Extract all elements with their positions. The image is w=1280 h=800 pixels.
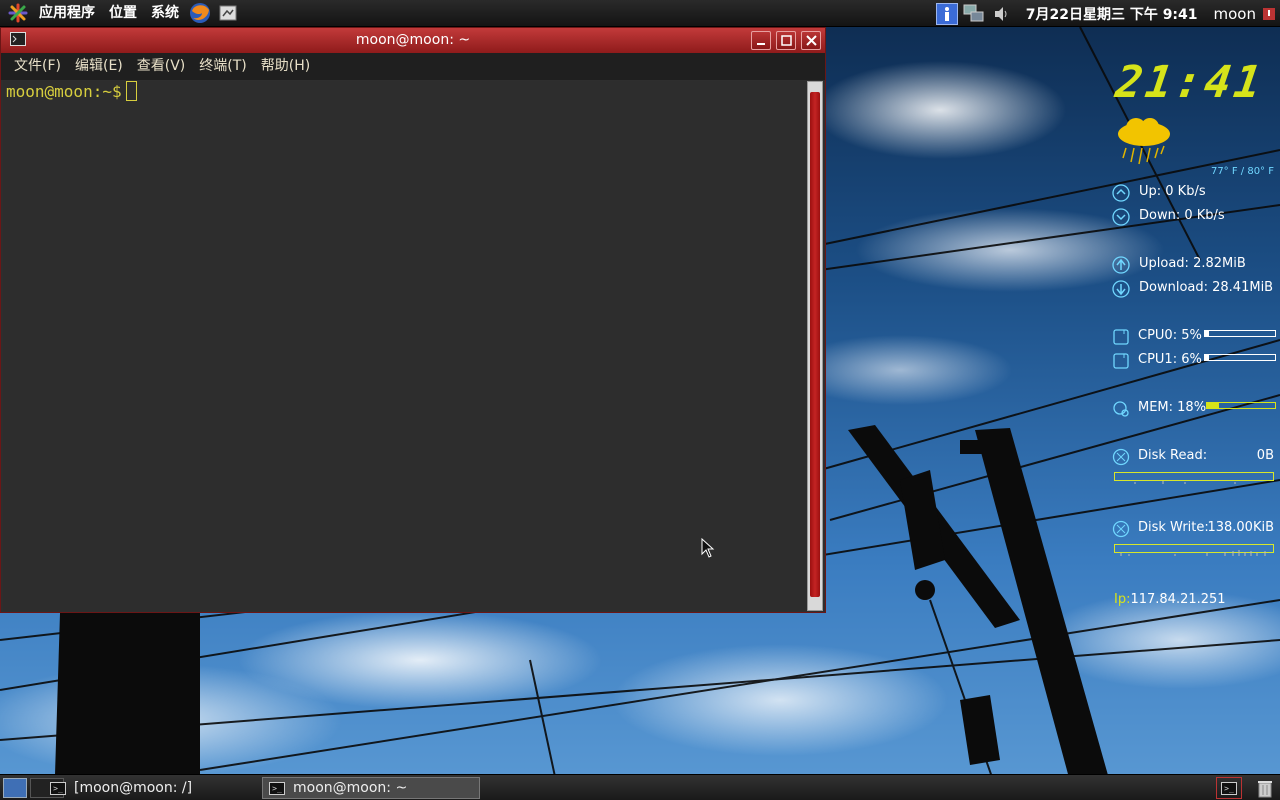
cpu-chip-icon: [1112, 352, 1130, 370]
info-icon[interactable]: [935, 2, 958, 25]
mem-bar-fill: [1207, 403, 1220, 408]
disk-icon: [1112, 448, 1130, 466]
top-panel: 应用程序 位置 系统 7月22日星期三 下午 9:41 moon: [0, 0, 1280, 27]
maximize-button[interactable]: [776, 31, 796, 50]
trash-icon[interactable]: [1256, 778, 1276, 798]
disk-read-graph: [1114, 472, 1274, 484]
text-cursor: [125, 81, 137, 101]
terminal-output[interactable]: moon@moon:~$: [3, 81, 807, 611]
rain-cloud-icon: [1114, 118, 1174, 178]
cpu0-label: CPU0: 5%: [1138, 328, 1202, 343]
screenshot-icon[interactable]: [216, 1, 240, 25]
upload-icon: [1112, 256, 1130, 274]
terminal-menubar: 文件(F) 编辑(E) 查看(V) 终端(T) 帮助(H): [1, 53, 825, 80]
mem-bar: [1206, 402, 1276, 409]
volume-icon[interactable]: [990, 2, 1014, 26]
ip-label: Ip:: [1114, 592, 1131, 607]
firefox-icon[interactable]: [188, 1, 212, 25]
network-icon[interactable]: [962, 2, 986, 26]
ip-value: 117.84.21.251: [1130, 592, 1226, 607]
close-button[interactable]: [801, 31, 821, 50]
mem-label: MEM: 18%: [1138, 400, 1207, 415]
cpu-chip-icon: [1112, 328, 1130, 346]
ip-row: Ip:117.84.21.251: [1114, 590, 1226, 610]
terminal-icon: >_: [269, 781, 285, 795]
menu-help[interactable]: 帮助(H): [254, 53, 317, 80]
shutdown-icon[interactable]: [1262, 2, 1276, 26]
menu-system[interactable]: 系统: [144, 0, 186, 27]
distro-logo-icon[interactable]: [6, 1, 30, 25]
bottom-panel: >_ [moon@moon: /] >_ moon@moon: ~ >_: [0, 774, 1280, 800]
cpu1-label: CPU1: 6%: [1138, 352, 1202, 367]
weather-temperature: 77° F / 80° F: [1210, 166, 1274, 177]
cpu1-bar: [1204, 354, 1276, 361]
mem-row: MEM: 18%: [1112, 398, 1278, 418]
disk-icon: [1112, 520, 1130, 538]
download-icon: [1112, 280, 1130, 298]
window-title: moon@moon: ~: [355, 32, 471, 48]
menu-file[interactable]: 文件(F): [7, 53, 68, 80]
cpu1-bar-fill: [1205, 355, 1210, 360]
cpu0-bar: [1204, 330, 1276, 337]
taskbar-item-home-terminal[interactable]: >_ moon@moon: ~: [262, 777, 480, 799]
arrow-down-circle-icon: [1112, 208, 1130, 226]
net-up-label: Up: 0 Kb/s: [1139, 184, 1206, 199]
terminal-scrollbar[interactable]: [807, 81, 823, 611]
disk-write-label: Disk Write:: [1138, 520, 1209, 535]
disk-write-graph: [1114, 544, 1274, 556]
menu-edit[interactable]: 编辑(E): [68, 53, 130, 80]
disk-read-label: Disk Read:: [1138, 448, 1208, 463]
user-menu[interactable]: moon: [1208, 5, 1260, 23]
terminal-window: moon@moon: ~ 文件(F) 编辑(E) 查看(V) 终端(T) 帮助(…: [0, 27, 826, 613]
taskbar-item-label: moon@moon: ~: [293, 780, 408, 796]
shell-prompt: moon@moon:~$: [6, 82, 122, 101]
show-desktop-icon[interactable]: [3, 778, 27, 798]
cpu1-row: CPU1: 6%: [1112, 350, 1278, 370]
prompt-line: moon@moon:~$: [6, 81, 137, 103]
menu-view[interactable]: 查看(V): [130, 53, 193, 80]
conky-clock: 21:41: [1112, 57, 1268, 108]
menu-terminal[interactable]: 终端(T): [192, 53, 253, 80]
mouse-pointer-icon: [701, 538, 715, 558]
arrow-up-circle-icon: [1112, 184, 1130, 202]
terminal-titlebar[interactable]: moon@moon: ~: [1, 28, 825, 53]
panel-status-area: 7月22日星期三 下午 9:41 moon: [934, 0, 1280, 27]
scrollbar-thumb[interactable]: [810, 92, 820, 597]
taskbar-item-label: [moon@moon: /]: [74, 780, 193, 796]
cpu0-row: CPU0: 5%: [1112, 326, 1278, 346]
disk-write-value: 138.00KiB: [1207, 520, 1274, 535]
disk-read-row: Disk Read: 0B: [1112, 446, 1278, 466]
net-down-label: Down: 0 Kb/s: [1139, 208, 1225, 223]
menu-applications[interactable]: 应用程序: [32, 0, 102, 27]
memory-icon: [1112, 400, 1130, 418]
cpu0-bar-fill: [1205, 331, 1209, 336]
disk-read-value: 0B: [1256, 448, 1274, 463]
terminal-icon[interactable]: >_: [1216, 777, 1242, 799]
download-total-label: Download: 28.41MiB: [1139, 280, 1274, 295]
menu-places[interactable]: 位置: [102, 0, 144, 27]
terminal-glyph: >_: [1221, 781, 1237, 795]
taskbar-item-root-terminal[interactable]: >_ [moon@moon: /]: [44, 777, 254, 799]
minimize-button[interactable]: [751, 31, 771, 50]
upload-total-label: Upload: 2.82MiB: [1139, 256, 1246, 271]
conky-monitor: 21:41 77° F / 80° F Up: 0 Kb/s Down: 0 K…: [1110, 57, 1280, 620]
disk-write-row: Disk Write: 138.00KiB: [1112, 518, 1278, 538]
terminal-icon: >_: [50, 781, 66, 795]
panel-clock[interactable]: 7月22日星期三 下午 9:41: [1016, 4, 1208, 24]
